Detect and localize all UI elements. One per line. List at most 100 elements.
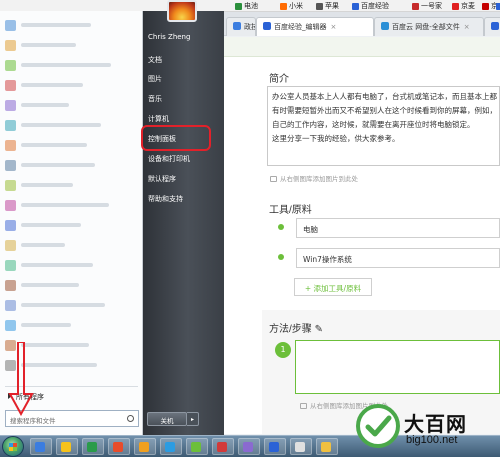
start-user-name[interactable]: Chris Zheng xyxy=(148,33,190,41)
start-program-item[interactable] xyxy=(5,238,139,252)
start-item-music[interactable]: 音乐 xyxy=(148,94,162,104)
tool-row: Win7操作系统 xyxy=(274,248,500,268)
bookmark-item[interactable]: 一号家 xyxy=(412,1,442,11)
tool-input[interactable]: Win7操作系统 xyxy=(296,248,500,268)
start-item-computer[interactable]: 计算机 xyxy=(148,114,169,124)
start-program-item[interactable] xyxy=(5,258,139,272)
taskbar-app-icon xyxy=(243,442,253,452)
tools-title: 工具/原料 xyxy=(269,205,312,216)
intro-textarea[interactable]: 办公室人员基本上人人都有电脑了，台式机或笔记本，而且基本上都 有时需要短暂外出而… xyxy=(267,86,500,166)
start-program-item[interactable] xyxy=(5,18,139,32)
browser-tab[interactable]: 百度云 网盘-全部文件 × xyxy=(374,17,484,36)
start-program-item[interactable] xyxy=(5,118,139,132)
browser-tab[interactable]: 政技巧× xyxy=(226,17,256,36)
editor-top-bar xyxy=(224,37,500,57)
start-item-documents[interactable]: 文档 xyxy=(148,55,162,65)
taskbar-app-button[interactable] xyxy=(290,438,312,455)
start-program-item[interactable] xyxy=(5,178,139,192)
taskbar-app-icon xyxy=(165,442,175,452)
watermark-title: 大百网 xyxy=(404,412,467,436)
shutdown-button[interactable]: 关机 xyxy=(147,412,187,426)
taskbar-app-button[interactable] xyxy=(316,438,338,455)
step-number-badge: 1 xyxy=(275,342,291,358)
start-program-item[interactable] xyxy=(5,298,139,312)
program-icon xyxy=(5,139,16,151)
program-icon xyxy=(5,199,16,211)
taskbar-app-button[interactable] xyxy=(108,438,130,455)
start-item-default-programs[interactable]: 默认程序 xyxy=(148,174,176,184)
start-program-item[interactable] xyxy=(5,138,139,152)
start-button[interactable] xyxy=(2,436,24,457)
start-item-devices-printers[interactable]: 设备和打印机 xyxy=(148,154,190,164)
taskbar-app-button[interactable] xyxy=(238,438,260,455)
start-program-item[interactable] xyxy=(5,218,139,232)
taskbar-app-button[interactable] xyxy=(134,438,156,455)
edit-pencil-icon[interactable]: ✎ xyxy=(315,324,323,335)
shutdown-options-button[interactable]: ▸ xyxy=(187,412,199,426)
close-tab-icon[interactable]: × xyxy=(464,23,470,31)
user-avatar[interactable] xyxy=(167,0,197,22)
program-icon xyxy=(5,79,16,91)
program-label-blurred xyxy=(21,243,65,247)
tool-row: 电脑 xyxy=(274,218,500,238)
start-program-item[interactable] xyxy=(5,78,139,92)
start-program-item[interactable] xyxy=(5,318,139,332)
program-label-blurred xyxy=(21,163,95,167)
program-icon xyxy=(5,39,16,51)
browser-tab[interactable]: 百度经验_编辑器 × xyxy=(256,17,374,36)
program-label-blurred xyxy=(21,283,79,287)
bookmark-item[interactable]: 小米 xyxy=(280,1,303,11)
bookmark-label: 京麦 xyxy=(461,2,475,10)
search-icon[interactable] xyxy=(127,415,134,422)
bookmark-label: 电池 xyxy=(244,2,258,10)
taskbar-app-icon xyxy=(321,442,331,452)
close-tab-icon[interactable]: × xyxy=(331,23,337,31)
taskbar-app-button[interactable] xyxy=(82,438,104,455)
bookmark-item[interactable]: 历 xyxy=(496,1,500,11)
program-label-blurred xyxy=(21,223,81,227)
start-program-item[interactable] xyxy=(5,58,139,72)
bookmark-item[interactable]: 苹果 xyxy=(316,1,339,11)
bookmark-item[interactable]: 百度经验 xyxy=(352,1,389,11)
start-item-pictures[interactable]: 图片 xyxy=(148,74,162,84)
start-program-item[interactable] xyxy=(5,158,139,172)
bookmark-label: 百度经验 xyxy=(361,2,389,10)
taskbar-app-icon xyxy=(191,442,201,452)
tab-favicon-icon xyxy=(491,22,499,30)
step-textarea[interactable] xyxy=(295,340,500,394)
taskbar-app-button[interactable] xyxy=(30,438,52,455)
taskbar-app-icon xyxy=(217,442,227,452)
start-program-item[interactable] xyxy=(5,198,139,212)
bookmark-icon xyxy=(412,2,419,10)
taskbar-app-button[interactable] xyxy=(212,438,234,455)
start-program-item[interactable] xyxy=(5,278,139,292)
bookmark-label: 一号家 xyxy=(421,2,442,10)
taskbar-app-button[interactable] xyxy=(56,438,78,455)
start-item-help-support[interactable]: 帮助和支持 xyxy=(148,194,183,204)
add-tool-button[interactable]: + 添加工具/原料 xyxy=(294,278,372,296)
start-program-item[interactable] xyxy=(5,98,139,112)
program-label-blurred xyxy=(21,143,87,147)
browser-tab[interactable] xyxy=(484,17,500,36)
taskbar-app-button[interactable] xyxy=(186,438,208,455)
tool-input[interactable]: 电脑 xyxy=(296,218,500,238)
taskbar-app-button[interactable] xyxy=(264,438,286,455)
bookmark-icon xyxy=(235,2,242,10)
bookmark-item[interactable]: 电池 xyxy=(235,1,258,11)
taskbar-app-icon xyxy=(295,442,305,452)
taskbar-app-button[interactable] xyxy=(160,438,182,455)
program-label-blurred xyxy=(21,103,69,107)
tab-favicon-icon xyxy=(381,22,389,30)
program-icon xyxy=(5,279,16,291)
start-program-item[interactable] xyxy=(5,38,139,52)
bookmark-item[interactable]: 京麦 xyxy=(452,1,475,11)
bookmark-icon xyxy=(496,2,500,10)
intro-line: 自己的工作内容，这时候，就需要在离开座位时将电脑锁定。 xyxy=(272,120,475,129)
intro-image-hint[interactable]: 从右侧图库添加图片到此处 xyxy=(270,173,358,183)
taskbar-app-icon xyxy=(269,442,279,452)
control-panel-highlight xyxy=(141,125,211,151)
program-label-blurred xyxy=(21,183,73,187)
intro-title: 简介 xyxy=(269,74,289,85)
taskbar-app-icon xyxy=(87,442,97,452)
intro-line: 有时需要短暂外出而又不希望别人在这个时候看到你的屏幕，例如， xyxy=(272,106,497,115)
